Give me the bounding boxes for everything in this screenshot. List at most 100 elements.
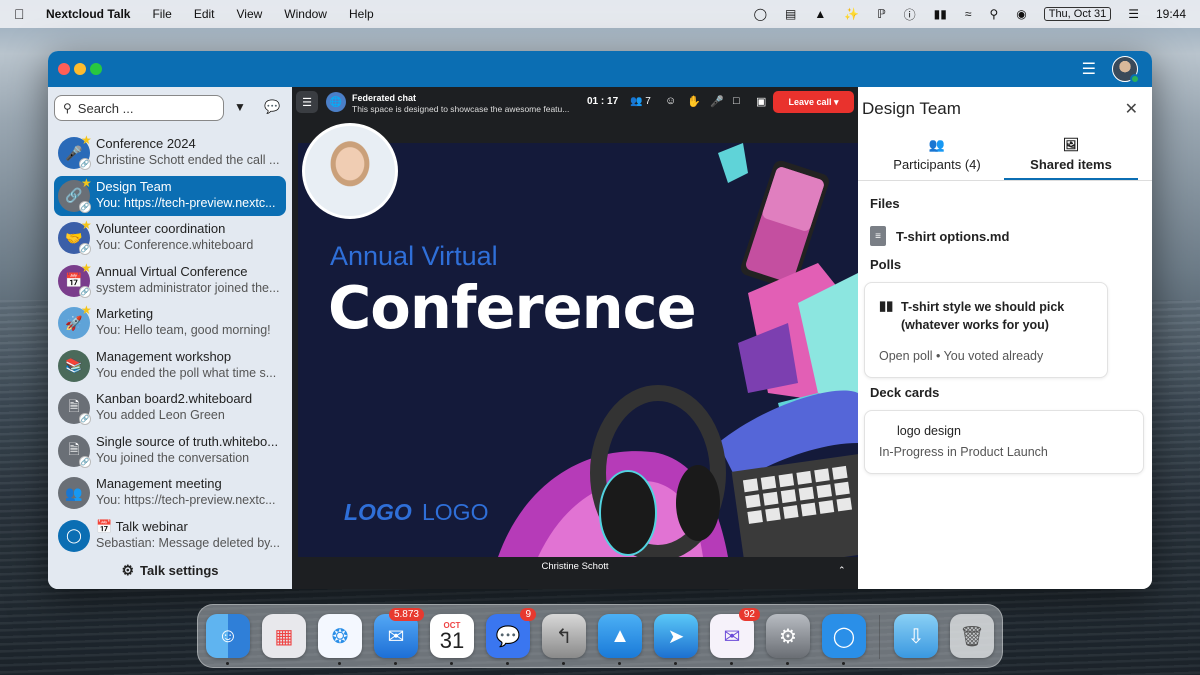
close-window-button[interactable] bbox=[58, 63, 70, 75]
window-titlebar: ☰ bbox=[48, 51, 1152, 87]
minimize-window-button[interactable] bbox=[74, 63, 86, 75]
conversation-last-message: You added Leon Green bbox=[96, 408, 225, 422]
hamburger-menu-icon[interactable]: ☰ bbox=[1082, 59, 1096, 79]
conversation-item[interactable]: 🗎 🔗 Kanban board2.whiteboard You added Leon… bbox=[54, 388, 286, 428]
leave-call-label: Leave call bbox=[788, 97, 832, 107]
conversation-name: Marketing bbox=[96, 306, 154, 321]
reaction-icon[interactable]: ☺ bbox=[665, 95, 676, 107]
conversation-item[interactable]: 👥 Management meeting You: https://tech-pre… bbox=[54, 473, 286, 513]
hand-icon[interactable]: ✋ bbox=[687, 95, 701, 108]
system-settings-icon[interactable]: ⚙ bbox=[766, 614, 810, 665]
deck-cards-heading: Deck cards bbox=[870, 385, 940, 400]
user-avatar[interactable] bbox=[1112, 56, 1140, 84]
search-placeholder: Search ... bbox=[77, 100, 134, 116]
signal-icon[interactable]: 💬 9 bbox=[486, 608, 536, 665]
talk-status-icon[interactable]: ◯ bbox=[754, 7, 767, 21]
tab-shared-items-label: Shared items bbox=[1030, 157, 1112, 172]
conversation-item[interactable]: 📅 ★ 🔗 Annual Virtual Conference system admin… bbox=[54, 261, 286, 301]
tab-participants[interactable]: 👥 Participants (4) bbox=[870, 137, 1004, 181]
shared-file-item[interactable]: ≡ T-shirt options.md bbox=[870, 226, 1009, 246]
menu-file[interactable]: File bbox=[152, 7, 171, 21]
conversation-item[interactable]: ◯ 📅 Talk webinar Sebastian: Message delete… bbox=[54, 516, 286, 556]
conversation-details-panel: Design Team ✕ 👥 Participants (4) 🖼 Share… bbox=[858, 87, 1152, 589]
camera-off-icon[interactable]: □ bbox=[733, 95, 740, 107]
slide-logo-secondary: LOGO bbox=[422, 499, 489, 525]
conversation-item[interactable]: 🎤 ★ 🔗 Conference 2024 Christine Schott ended… bbox=[54, 133, 286, 173]
poll-card[interactable]: ▮▮ T-shirt style we should pick (whateve… bbox=[864, 282, 1108, 378]
conversation-name: Single source of truth.whitebo... bbox=[96, 433, 279, 449]
menu-edit[interactable]: Edit bbox=[194, 7, 215, 21]
speaker-video-thumbnail[interactable] bbox=[302, 123, 398, 219]
menu-view[interactable]: View bbox=[237, 7, 263, 21]
finder-icon[interactable]: ☺ bbox=[206, 614, 250, 665]
talk-settings-label: Talk settings bbox=[140, 562, 219, 578]
proton-mail-icon[interactable]: ✉ 92 bbox=[710, 608, 760, 665]
shared-file-name: T-shirt options.md bbox=[896, 228, 1010, 244]
trash-icon[interactable]: 🗑 bbox=[950, 614, 994, 658]
conversation-name: Annual Virtual Conference bbox=[96, 263, 248, 279]
deck-card-title: logo design bbox=[897, 424, 961, 438]
search-input[interactable]: ⚲ Search ... bbox=[54, 95, 224, 121]
conversation-item[interactable]: 📚 Management workshop You ended the poll w… bbox=[54, 346, 286, 386]
talk-settings-button[interactable]: ⚙ Talk settings bbox=[48, 559, 292, 581]
chevron-up-icon[interactable]: ⌃ bbox=[838, 565, 846, 576]
screenshare-icon[interactable]: ▣ bbox=[756, 95, 766, 108]
sheep-icon[interactable]: ✨ bbox=[844, 7, 859, 21]
polls-heading: Polls bbox=[870, 257, 902, 272]
spotlight-icon[interactable]: ⚲ bbox=[989, 7, 998, 21]
conversation-avatar: 🌐 bbox=[326, 92, 346, 112]
battery-icon[interactable]: ▮▮ bbox=[934, 7, 947, 21]
deck-card[interactable]: logo design In-Progress in Product Launc… bbox=[864, 410, 1144, 474]
launchpad-icon[interactable]: ▦ bbox=[262, 614, 306, 658]
safari-icon[interactable]: ❂ bbox=[318, 614, 362, 665]
keynote-icon[interactable]: ▲ bbox=[598, 614, 642, 665]
menu-app-name[interactable]: Nextcloud Talk bbox=[46, 7, 130, 21]
running-indicator bbox=[842, 662, 845, 665]
info-icon[interactable]: ⓘ bbox=[904, 6, 916, 23]
group-icon: 👥 bbox=[58, 477, 90, 509]
participants-count-button[interactable]: 👥 7 bbox=[630, 96, 651, 107]
tab-shared-items[interactable]: 🖼 Shared items bbox=[1004, 137, 1138, 181]
menu-window[interactable]: Window bbox=[284, 7, 327, 21]
wifi-icon[interactable]: ≈ bbox=[965, 7, 972, 21]
calendar-icon[interactable]: OCT 31 bbox=[430, 614, 474, 665]
poll-icon: ▮▮ bbox=[879, 298, 894, 313]
speaker-name: Christine Schott bbox=[541, 561, 609, 572]
bluetooth-icon[interactable]: ℙ bbox=[877, 7, 885, 21]
document-icon: ≡ bbox=[870, 226, 886, 246]
public-link-badge-icon: 🔗 bbox=[79, 243, 91, 255]
control-center-icon[interactable]: ☰ bbox=[1128, 7, 1139, 21]
siri-icon[interactable]: ↰ bbox=[542, 614, 586, 665]
close-icon[interactable]: ✕ bbox=[1125, 99, 1138, 119]
running-indicator bbox=[338, 662, 341, 665]
conversation-item[interactable]: 🔗 ★ 🔗 Design Team You: https://tech-preview.… bbox=[54, 175, 286, 216]
leave-call-button[interactable]: Leave call ▾ bbox=[773, 91, 854, 113]
nextcloud-talk-icon[interactable]: ◯ bbox=[822, 614, 866, 665]
filter-icon[interactable]: ▼ bbox=[234, 100, 246, 114]
conversation-name: Kanban board2.whiteboard bbox=[96, 391, 253, 406]
menubar-clock[interactable]: 19:44 bbox=[1156, 7, 1186, 21]
apple-icon[interactable]:  bbox=[14, 6, 30, 22]
zoom-window-button[interactable] bbox=[90, 63, 102, 75]
mail-icon[interactable]: ✉ 5.873 bbox=[374, 608, 424, 665]
menu-help[interactable]: Help bbox=[349, 7, 374, 21]
slide-subtitle: Annual Virtual bbox=[330, 241, 498, 271]
clipboard-icon[interactable]: ▤ bbox=[785, 7, 796, 21]
new-conversation-icon[interactable]: 💬 bbox=[264, 99, 280, 115]
conversation-name: Design Team bbox=[96, 178, 172, 194]
shield-icon[interactable]: ▲ bbox=[814, 7, 826, 21]
microphone-muted-icon[interactable]: 🎤 bbox=[710, 95, 724, 108]
conversation-item[interactable]: 🗎 🔗 Single source of truth.whitebo... You j… bbox=[54, 431, 286, 471]
running-indicator bbox=[506, 662, 509, 665]
spark-bird-icon[interactable]: ➤ bbox=[654, 614, 698, 665]
slide-title: Conference bbox=[328, 273, 697, 342]
running-indicator bbox=[618, 662, 621, 665]
running-indicator bbox=[562, 662, 565, 665]
user-icon[interactable]: ◉ bbox=[1016, 7, 1026, 21]
conversation-item[interactable]: 🚀 ★ Marketing You: Hello team, good morning… bbox=[54, 303, 286, 343]
call-menu-button[interactable]: ☰ bbox=[296, 91, 318, 113]
conversation-name: Conference 2024 bbox=[96, 136, 196, 151]
conversation-item[interactable]: 🤝 ★ 🔗 Volunteer coordination You: Conference… bbox=[54, 218, 286, 258]
downloads-folder-icon[interactable]: ⇩ bbox=[894, 614, 938, 658]
menubar-date[interactable]: Thu, Oct 31 bbox=[1043, 7, 1112, 21]
